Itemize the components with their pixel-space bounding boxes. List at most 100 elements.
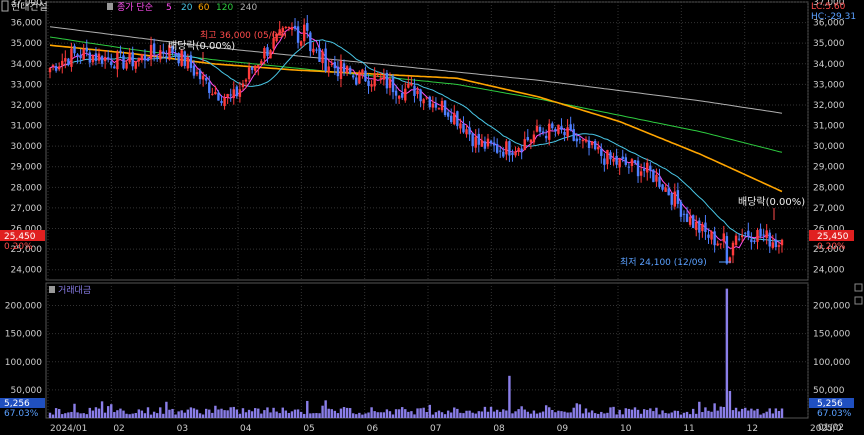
candle-body xyxy=(226,93,229,98)
volume-bar xyxy=(731,410,735,418)
volume-bar xyxy=(584,408,588,418)
candle-body xyxy=(336,66,340,77)
candle-body xyxy=(186,57,190,69)
price-tick-label-right: 27,000 xyxy=(813,204,845,214)
candle-body xyxy=(600,148,603,156)
candle-body xyxy=(379,77,382,79)
volume-bar xyxy=(208,409,211,418)
volume-bar xyxy=(122,410,125,418)
price-tick-label-right: 35,000 xyxy=(813,39,845,49)
volume-bar xyxy=(450,412,453,418)
volume-bar xyxy=(603,413,606,418)
volume-bar xyxy=(70,411,73,418)
candle-body xyxy=(293,25,297,29)
volume-bar xyxy=(612,406,615,418)
candle-body xyxy=(361,69,364,74)
candle-body xyxy=(174,53,177,56)
stock-chart[interactable]: 37,00036,00035,00034,00033,00032,00031,0… xyxy=(0,0,864,435)
volume-bar xyxy=(722,406,726,418)
volume-bar xyxy=(309,413,312,418)
volume-bar xyxy=(765,411,768,418)
candle-body xyxy=(61,60,64,66)
stock-name[interactable]: 현대건설 xyxy=(11,1,48,13)
volume-bar xyxy=(695,413,698,418)
volume-bar xyxy=(505,410,508,418)
volume-bar xyxy=(226,410,229,418)
candle-body xyxy=(220,100,223,104)
month-tick-label: 07 xyxy=(430,424,441,434)
month-tick-label: 03 xyxy=(177,424,188,434)
volume-bar xyxy=(600,411,603,418)
candle-body xyxy=(100,56,104,64)
candle-body xyxy=(324,48,327,72)
volume-tick-label-right: 100,000 xyxy=(813,358,850,368)
candle-body xyxy=(183,51,186,66)
candle-body xyxy=(229,94,232,96)
volume-bar xyxy=(535,413,539,418)
price-tick-label-left: 35,000 xyxy=(11,39,43,49)
candle-body xyxy=(636,160,640,177)
candle-body xyxy=(462,123,465,133)
volume-change-right: 67.03% xyxy=(817,409,852,419)
volume-bar xyxy=(385,409,389,418)
volume-bar xyxy=(342,407,346,418)
volume-bar xyxy=(201,414,205,418)
volume-bar xyxy=(97,408,101,418)
candle-body xyxy=(106,57,110,59)
candle-body xyxy=(88,52,92,63)
month-tick-label: 10 xyxy=(620,424,632,434)
candle-body xyxy=(753,240,756,242)
candle-body xyxy=(719,243,722,245)
candle-body xyxy=(425,97,428,99)
volume-bar xyxy=(630,409,634,418)
candle-body xyxy=(578,138,582,140)
ma-legend-label: 종가 단순 xyxy=(117,2,153,13)
candle-body xyxy=(688,216,692,225)
volume-bar xyxy=(477,411,480,418)
volume-bar xyxy=(734,407,738,418)
volume-bar xyxy=(554,412,557,418)
candle-body xyxy=(119,50,122,53)
volume-bar xyxy=(352,413,355,418)
volume-bar xyxy=(514,411,517,418)
volume-bar xyxy=(85,414,88,418)
volume-bar xyxy=(443,414,447,418)
candle-body xyxy=(508,141,511,156)
volume-bar xyxy=(183,412,186,418)
volume-bar xyxy=(425,412,428,418)
candle-body xyxy=(137,57,141,62)
candle-body xyxy=(152,43,156,54)
price-tick-label-left: 33,000 xyxy=(11,80,43,90)
volume-bar xyxy=(495,409,499,418)
candle-body xyxy=(177,53,180,64)
candle-body xyxy=(217,92,220,101)
candle-body xyxy=(131,52,134,67)
candle-body xyxy=(603,158,606,165)
candle-body xyxy=(437,108,441,110)
candle-body xyxy=(149,44,153,60)
volume-bar xyxy=(299,411,303,418)
volume-bar xyxy=(609,407,612,418)
volume-bar xyxy=(189,407,193,418)
volume-bar xyxy=(64,413,67,418)
candle-body xyxy=(205,78,208,81)
volume-bar xyxy=(266,407,269,418)
candle-body xyxy=(315,49,318,51)
candle-body xyxy=(557,124,560,134)
candle-body xyxy=(373,74,376,87)
volume-bar xyxy=(753,410,756,418)
price-tick-label-left: 24,000 xyxy=(11,266,43,276)
candle-body xyxy=(73,45,76,54)
volume-bar xyxy=(168,409,171,418)
lc-label: LC:5.60 xyxy=(811,2,846,12)
candle-body xyxy=(606,150,609,165)
volume-bar xyxy=(88,407,92,418)
candle-body xyxy=(431,103,435,108)
candle-body xyxy=(737,238,741,240)
candle-body xyxy=(407,83,410,88)
candle-body xyxy=(670,192,673,205)
volume-bar xyxy=(51,414,55,418)
volume-bar xyxy=(639,413,643,418)
candle-body xyxy=(590,141,594,146)
volume-bar xyxy=(655,407,658,418)
